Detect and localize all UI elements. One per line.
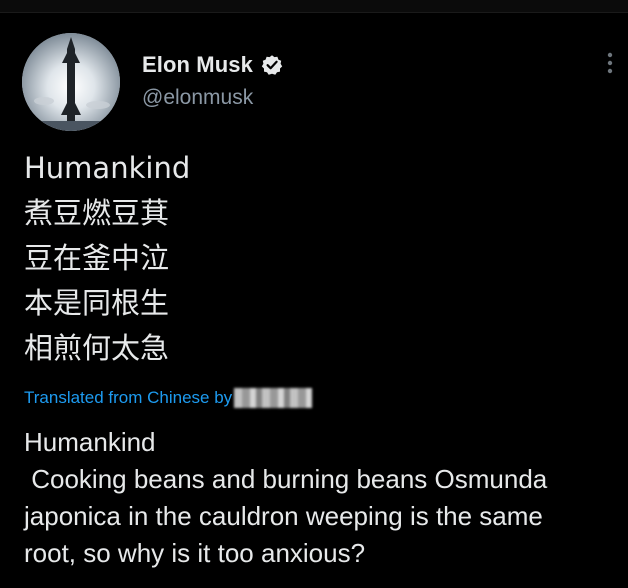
- author-display-name[interactable]: Elon Musk: [142, 52, 253, 78]
- translation-line: japonica in the cauldron weeping is the …: [24, 501, 543, 531]
- author-handle[interactable]: @elonmusk: [142, 86, 253, 110]
- translation-line: Humankind: [24, 427, 156, 457]
- author-name-row[interactable]: Elon Musk: [142, 49, 283, 81]
- redacted-provider-logo: [234, 388, 313, 408]
- translated-text: Humankind Cooking beans and burning bean…: [24, 424, 620, 572]
- tweet-line: 豆在釜中泣: [24, 241, 170, 275]
- verified-badge-icon: [261, 54, 283, 76]
- tweet-body: Humankind 煮豆燃豆萁 豆在釜中泣 本是同根生 相煎何太急: [24, 146, 604, 371]
- tweet-card: Elon Musk @elonmusk Humankind 煮豆燃豆萁 豆在釜中…: [0, 0, 628, 588]
- tweet-line: 本是同根生: [24, 286, 170, 320]
- tweet-line: 煮豆燃豆萁: [24, 196, 170, 230]
- translation-line: Cooking beans and burning beans Osmunda: [24, 464, 548, 494]
- translated-from-label[interactable]: Translated from Chinese by: [24, 388, 232, 408]
- starship-avatar-image: [22, 33, 120, 131]
- more-options-icon[interactable]: [600, 50, 620, 76]
- tweet-line: Humankind: [24, 151, 191, 185]
- tweet-line: 相煎何太急: [24, 331, 170, 365]
- translation-line: root, so why is it too anxious?: [24, 538, 366, 568]
- translation-attribution[interactable]: Translated from Chinese by: [24, 386, 313, 410]
- avatar[interactable]: [22, 33, 120, 131]
